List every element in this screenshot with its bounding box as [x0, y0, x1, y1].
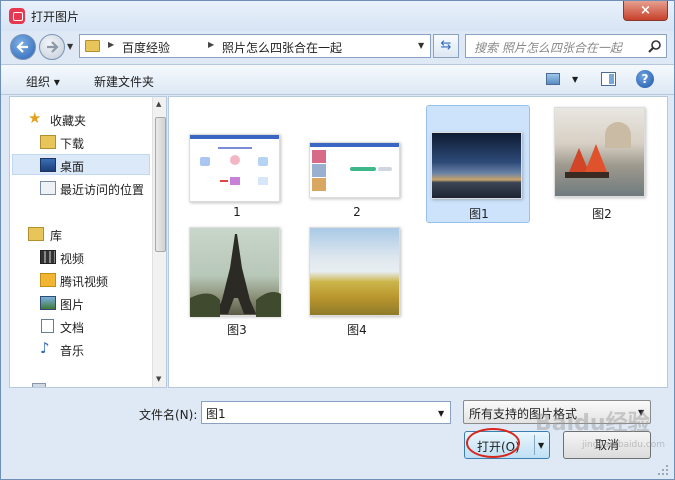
back-button[interactable] — [10, 34, 36, 60]
filename-dropdown-icon[interactable]: ▼ — [438, 409, 444, 418]
forward-button[interactable] — [39, 34, 65, 60]
recent-pages-dropdown-icon[interactable]: ▼ — [67, 42, 73, 51]
arrow-right-icon — [47, 41, 59, 53]
address-bar[interactable]: ▶ 百度经验 ▶ 照片怎么四张合在一起 ▼ — [79, 34, 431, 58]
sidebar-item-label: 音乐 — [60, 344, 85, 358]
sidebar-item-tencent-video[interactable]: 腾讯视频 — [10, 269, 150, 291]
sidebar-item-music[interactable]: ♪ 音乐 — [10, 338, 150, 360]
watermark-logo: Baidu经验 — [535, 411, 650, 436]
sidebar-item-label: 收藏夹 — [50, 114, 87, 128]
star-icon: ★ — [28, 109, 42, 127]
library-icon — [28, 227, 44, 241]
sidebar-item-videos[interactable]: 视频 — [10, 246, 150, 268]
sidebar-item-label: 下载 — [60, 137, 85, 151]
sidebar-item-label: 文档 — [60, 321, 85, 335]
recent-places-icon — [40, 181, 56, 195]
file-name: 1 — [233, 205, 241, 219]
file-item-6[interactable]: 图4 — [305, 219, 409, 337]
sidebar-item-label: 库 — [50, 229, 63, 243]
sidebar-item-downloads[interactable]: 下载 — [10, 131, 150, 153]
file-thumbnail — [189, 134, 280, 202]
sidebar-item-libraries[interactable]: 库 — [10, 223, 150, 245]
file-name: 2 — [353, 205, 361, 219]
window-title: 打开图片 — [31, 10, 80, 24]
file-item-1[interactable]: 1 — [185, 105, 289, 223]
file-name: 图1 — [469, 207, 489, 221]
app-icon — [9, 8, 25, 24]
scroll-up-icon[interactable]: ▲ — [156, 100, 161, 108]
address-dropdown-icon[interactable]: ▼ — [418, 41, 424, 50]
sidebar-item-favorites[interactable]: ★ 收藏夹 — [10, 108, 150, 130]
video-icon — [40, 250, 56, 264]
filename-label: 文件名(N): — [139, 408, 198, 422]
breadcrumb-item[interactable]: 百度经验 — [122, 39, 170, 56]
title-bar[interactable]: 打开图片 × — [1, 1, 674, 31]
refresh-icon: ⇆ — [440, 38, 452, 53]
sidebar-item-label: 最近访问的位置 — [60, 183, 145, 197]
arrow-left-icon — [16, 41, 28, 53]
sidebar-item-desktop[interactable]: 桌面 — [10, 154, 150, 176]
search-icon[interactable] — [648, 39, 662, 53]
filename-value[interactable]: 图1 — [206, 405, 226, 422]
sidebar-item-label: 腾讯视频 — [60, 275, 109, 289]
document-icon — [41, 319, 54, 333]
picture-icon — [40, 296, 56, 310]
sidebar-item-label: 桌面 — [60, 160, 85, 174]
file-name: 图3 — [227, 323, 247, 337]
tencent-video-icon — [40, 273, 56, 287]
command-bar: 组织 ▾ 新建文件夹 ▼ ? — [1, 64, 674, 95]
sidebar-scrollbar[interactable]: ▲ ▼ — [152, 97, 166, 387]
search-placeholder[interactable]: 搜索 照片怎么四张合在一起 — [474, 39, 622, 56]
scroll-down-icon[interactable]: ▼ — [156, 375, 161, 383]
scrollbar-thumb[interactable] — [155, 117, 166, 252]
new-folder-button[interactable]: 新建文件夹 — [94, 73, 154, 90]
navigation-pane: ★ 收藏夹 下载 桌面 最近访问的位置 库 视频 腾讯视频 图片 文档 ♪ 音乐… — [9, 96, 167, 388]
eiffel-tower-graphic — [190, 234, 281, 317]
view-dropdown-icon[interactable]: ▼ — [572, 75, 578, 84]
sidebar-item-label: 视频 — [60, 252, 85, 266]
music-note-icon: ♪ — [40, 339, 50, 357]
sidebar-item-documents[interactable]: 文档 — [10, 315, 150, 337]
watermark-url: jingyan.baidu.com — [582, 440, 666, 450]
close-button[interactable]: × — [623, 1, 668, 21]
organize-menu[interactable]: 组织 ▾ — [26, 73, 60, 90]
file-thumbnail — [189, 227, 281, 317]
file-thumbnail — [431, 132, 522, 199]
filename-input[interactable]: 图1 ▼ — [201, 401, 451, 424]
file-thumbnail — [554, 107, 645, 197]
file-item-5[interactable]: 图3 — [185, 219, 289, 337]
desktop-icon — [40, 158, 56, 172]
refresh-button[interactable]: ⇆ — [433, 34, 459, 58]
sidebar-item-pictures[interactable]: 图片 — [10, 292, 150, 314]
file-thumbnail — [309, 227, 400, 316]
file-name: 图2 — [592, 207, 612, 221]
search-box[interactable]: 搜索 照片怎么四张合在一起 — [465, 34, 667, 58]
preview-pane-icon[interactable] — [601, 72, 616, 86]
folder-icon — [85, 40, 100, 52]
help-icon[interactable]: ? — [636, 70, 654, 88]
file-item-3[interactable]: 图1 — [426, 105, 530, 223]
file-item-4[interactable]: 图2 — [550, 105, 654, 223]
downloads-folder-icon — [40, 135, 56, 149]
file-name: 图4 — [347, 323, 367, 337]
breadcrumb-item[interactable]: 照片怎么四张合在一起 — [222, 39, 342, 56]
divider — [534, 435, 535, 455]
annotation-circle — [466, 428, 520, 458]
file-list: 1 2 图1 图2 图3 图4 — [168, 96, 668, 388]
navigation-bar: ▼ ▶ 百度经验 ▶ 照片怎么四张合在一起 ▼ ⇆ 搜索 照片怎么四张合在一起 — [1, 31, 674, 63]
file-item-2[interactable]: 2 — [305, 105, 409, 223]
change-view-icon[interactable] — [546, 73, 560, 85]
chevron-right-icon[interactable]: ▶ — [108, 40, 114, 49]
sidebar-item-label: 图片 — [60, 298, 85, 312]
file-thumbnail — [309, 142, 400, 198]
resize-grip-icon[interactable] — [656, 463, 670, 477]
computer-icon — [32, 383, 46, 387]
open-options-dropdown-icon[interactable]: ▼ — [538, 441, 544, 450]
chevron-right-icon[interactable]: ▶ — [208, 40, 214, 49]
sidebar-item-recent[interactable]: 最近访问的位置 — [10, 177, 150, 199]
